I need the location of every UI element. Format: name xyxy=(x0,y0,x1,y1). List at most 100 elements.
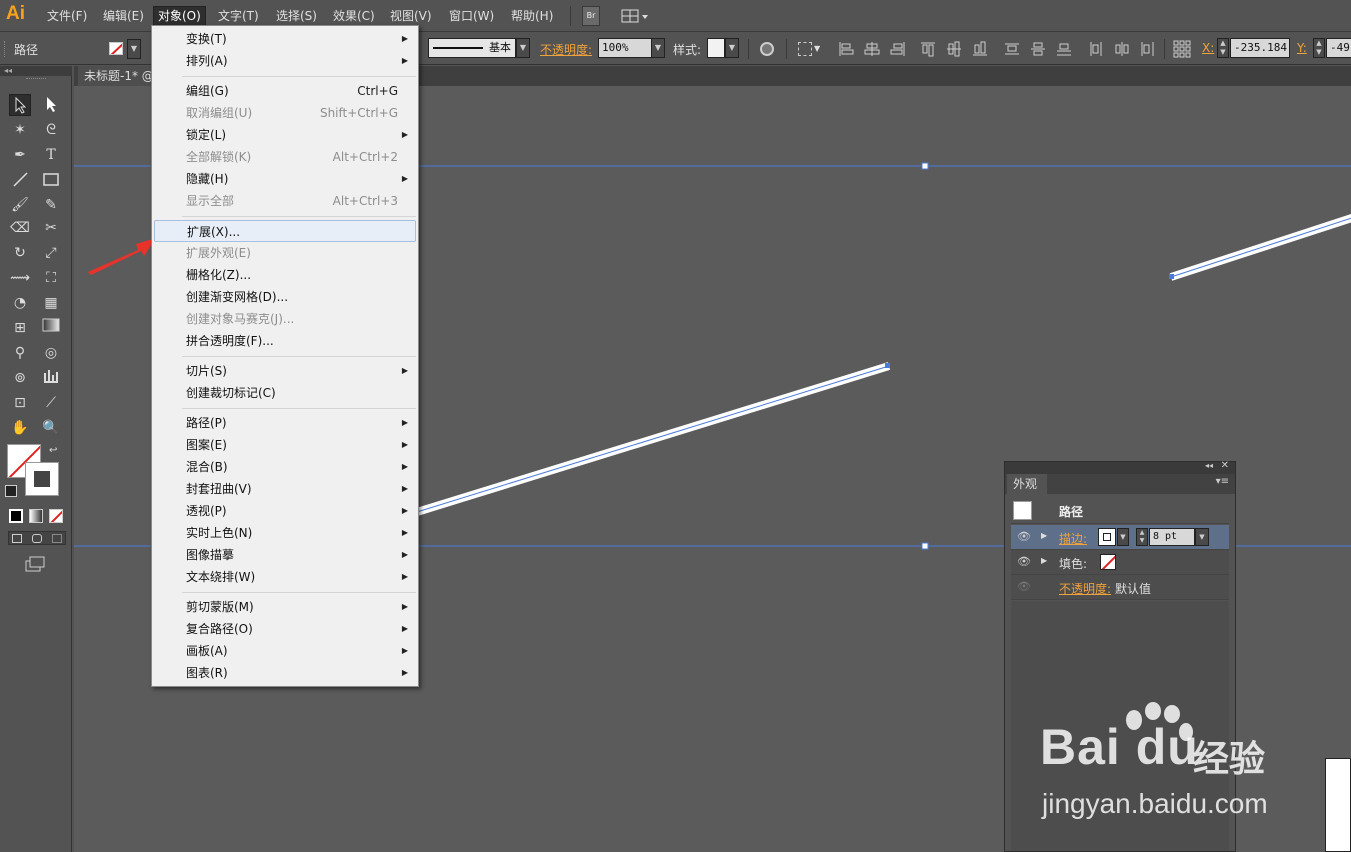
stroke-label[interactable]: 描边: xyxy=(1059,530,1087,547)
visibility-eye-icon[interactable]: 👁 xyxy=(1017,580,1031,593)
menu-effect[interactable]: 效果(C) xyxy=(329,8,379,26)
menu-item-slice[interactable]: 切片(S) ▶ xyxy=(154,360,416,382)
menu-help[interactable]: 帮助(H) xyxy=(507,8,557,26)
opacity-input[interactable]: 100% xyxy=(598,38,652,58)
align-bottom-icon[interactable] xyxy=(972,41,988,60)
align-to-dropdown[interactable]: ▼ xyxy=(814,44,820,53)
distribute-left-icon[interactable] xyxy=(1088,41,1104,60)
none-mode-icon[interactable] xyxy=(49,509,63,523)
expand-triangle-icon[interactable]: ▶ xyxy=(1041,556,1047,565)
default-colors-icon[interactable] xyxy=(5,485,17,497)
close-panel-icon[interactable]: ✕ xyxy=(1221,460,1229,471)
menu-item-hide[interactable]: 隐藏(H) ▶ xyxy=(154,168,416,190)
line-tool-icon[interactable] xyxy=(9,169,31,191)
tools-gripper[interactable] xyxy=(26,78,46,80)
y-stepper[interactable]: ▲ ▼ xyxy=(1313,38,1325,58)
workspace-switcher-button[interactable] xyxy=(620,6,650,26)
menu-type[interactable]: 文字(T) xyxy=(214,8,263,26)
magic-wand-tool-icon[interactable]: ✶ xyxy=(9,119,31,141)
zoom-tool-icon[interactable]: 🔍 xyxy=(40,417,62,439)
width-tool-icon[interactable]: ⟿ xyxy=(9,267,31,289)
bounding-box-handle[interactable] xyxy=(921,162,929,170)
menu-item-pattern[interactable]: 图案(E) ▶ xyxy=(154,434,416,456)
menu-item-rasterize[interactable]: 栅格化(Z)... xyxy=(154,264,416,286)
swap-fill-stroke-icon[interactable]: ↩ xyxy=(49,445,57,456)
mesh-tool-icon[interactable]: ⊞ xyxy=(9,317,31,339)
graphic-style-swatch[interactable] xyxy=(707,38,725,58)
fill-color-swatch[interactable] xyxy=(1100,554,1116,570)
column-graph-tool-icon[interactable] xyxy=(40,367,62,389)
menu-item-graph[interactable]: 图表(R) ▶ xyxy=(154,662,416,684)
align-hcenter-icon[interactable] xyxy=(864,41,880,60)
distribute-right-icon[interactable] xyxy=(1140,41,1156,60)
menu-object[interactable]: 对象(O) xyxy=(153,6,206,26)
appearance-stroke-row[interactable]: 👁 ▶ 描边: ▼ ▲ ▼ 8 pt ▼ xyxy=(1011,525,1229,550)
eyedropper-tool-icon[interactable]: ⚲ xyxy=(9,342,31,364)
x-input[interactable]: -235.184 xyxy=(1230,38,1290,58)
rotate-tool-icon[interactable]: ↻ xyxy=(9,242,31,264)
distribute-bottom-icon[interactable] xyxy=(1056,41,1072,60)
visibility-eye-icon[interactable]: 👁 xyxy=(1017,530,1031,543)
menu-item-flatten-transparency[interactable]: 拼合透明度(F)... xyxy=(154,330,416,352)
menu-select[interactable]: 选择(S) xyxy=(272,8,321,26)
menu-item-create-object-mosaic[interactable]: 创建对象马赛克(J)... xyxy=(154,308,416,330)
slice-tool-icon[interactable]: ⟋ xyxy=(40,392,62,414)
bridge-button[interactable]: Br xyxy=(582,6,600,26)
color-mode-icon[interactable] xyxy=(9,509,23,523)
menu-item-show-all[interactable]: 显示全部 Alt+Ctrl+3 xyxy=(154,190,416,212)
stroke-weight-dropdown[interactable]: ▼ xyxy=(1195,528,1209,546)
align-vcenter-icon[interactable] xyxy=(946,41,962,60)
free-transform-tool-icon[interactable]: ⛶ xyxy=(40,267,62,289)
gradient-mode-icon[interactable] xyxy=(29,509,43,523)
scale-tool-icon[interactable]: ⤢ xyxy=(40,242,62,264)
menu-item-unlock-all[interactable]: 全部解锁(K) Alt+Ctrl+2 xyxy=(154,146,416,168)
menu-item-text-wrap[interactable]: 文本绕排(W) ▶ xyxy=(154,566,416,588)
opacity-dropdown[interactable]: ▼ xyxy=(651,38,665,58)
artboard-tool-icon[interactable]: ⊡ xyxy=(9,392,31,414)
perspective-grid-tool-icon[interactable]: ▦ xyxy=(40,292,62,314)
anchor-point[interactable] xyxy=(1169,274,1174,279)
opacity-label[interactable]: 不透明度: xyxy=(540,41,592,58)
menu-item-ungroup[interactable]: 取消编组(U) Shift+Ctrl+G xyxy=(154,102,416,124)
stroke-color-swatch[interactable] xyxy=(25,462,59,496)
menu-item-create-trim-marks[interactable]: 创建裁切标记(C) xyxy=(154,382,416,404)
x-label[interactable]: X: xyxy=(1202,41,1214,55)
menu-window[interactable]: 窗口(W) xyxy=(445,8,498,26)
selection-tool-icon[interactable] xyxy=(9,94,31,116)
screen-mode-icon[interactable] xyxy=(24,556,46,572)
shape-builder-tool-icon[interactable]: ◔ xyxy=(9,292,31,314)
panel-menu-icon[interactable]: ▾≡ xyxy=(1216,476,1229,487)
fill-dropdown[interactable]: ▼ xyxy=(127,39,141,59)
graphic-style-dropdown[interactable]: ▼ xyxy=(725,38,739,58)
draw-normal-icon[interactable] xyxy=(12,534,22,543)
menu-item-artboards[interactable]: 画板(A) ▶ xyxy=(154,640,416,662)
fill-swatch[interactable] xyxy=(109,42,123,55)
expand-triangle-icon[interactable]: ▶ xyxy=(1041,531,1047,540)
stroke-weight-stepper[interactable]: ▲ ▼ xyxy=(1136,528,1148,546)
stroke-weight-input[interactable]: 8 pt xyxy=(1149,528,1195,546)
menu-view[interactable]: 视图(V) xyxy=(386,8,436,26)
menu-file[interactable]: 文件(F) xyxy=(43,8,91,26)
reference-point-icon[interactable] xyxy=(1173,40,1191,61)
menu-item-envelope-distort[interactable]: 封套扭曲(V) ▶ xyxy=(154,478,416,500)
direct-selection-tool-icon[interactable] xyxy=(40,94,62,116)
draw-behind-icon[interactable] xyxy=(32,534,42,543)
menu-item-expand[interactable]: 扩展(X)... xyxy=(154,220,416,242)
menu-item-lock[interactable]: 锁定(L) ▶ xyxy=(154,124,416,146)
stroke-color-dropdown[interactable]: ▼ xyxy=(1117,528,1129,546)
pen-tool-icon[interactable]: ✒ xyxy=(9,144,31,166)
appearance-opacity-row[interactable]: 👁 不透明度: 默认值 xyxy=(1011,575,1229,600)
draw-inside-icon[interactable] xyxy=(52,534,62,543)
menu-item-live-paint[interactable]: 实时上色(N) ▶ xyxy=(154,522,416,544)
gradient-tool-icon[interactable] xyxy=(40,317,62,339)
y-label[interactable]: Y: xyxy=(1297,41,1307,55)
menu-item-arrange[interactable]: 排列(A) ▶ xyxy=(154,50,416,72)
symbol-sprayer-tool-icon[interactable]: ⊚ xyxy=(9,367,31,389)
align-to-icon[interactable] xyxy=(798,42,812,56)
rectangle-tool-icon[interactable] xyxy=(40,169,62,191)
collapse-panel-icon[interactable]: ◂◂ xyxy=(1205,461,1213,470)
menu-item-compound-path[interactable]: 复合路径(O) ▶ xyxy=(154,618,416,640)
tab-appearance[interactable]: 外观 xyxy=(1007,474,1047,494)
stroke-style-select[interactable]: 基本 xyxy=(428,38,516,58)
blend-tool-icon[interactable]: ◎ xyxy=(40,342,62,364)
